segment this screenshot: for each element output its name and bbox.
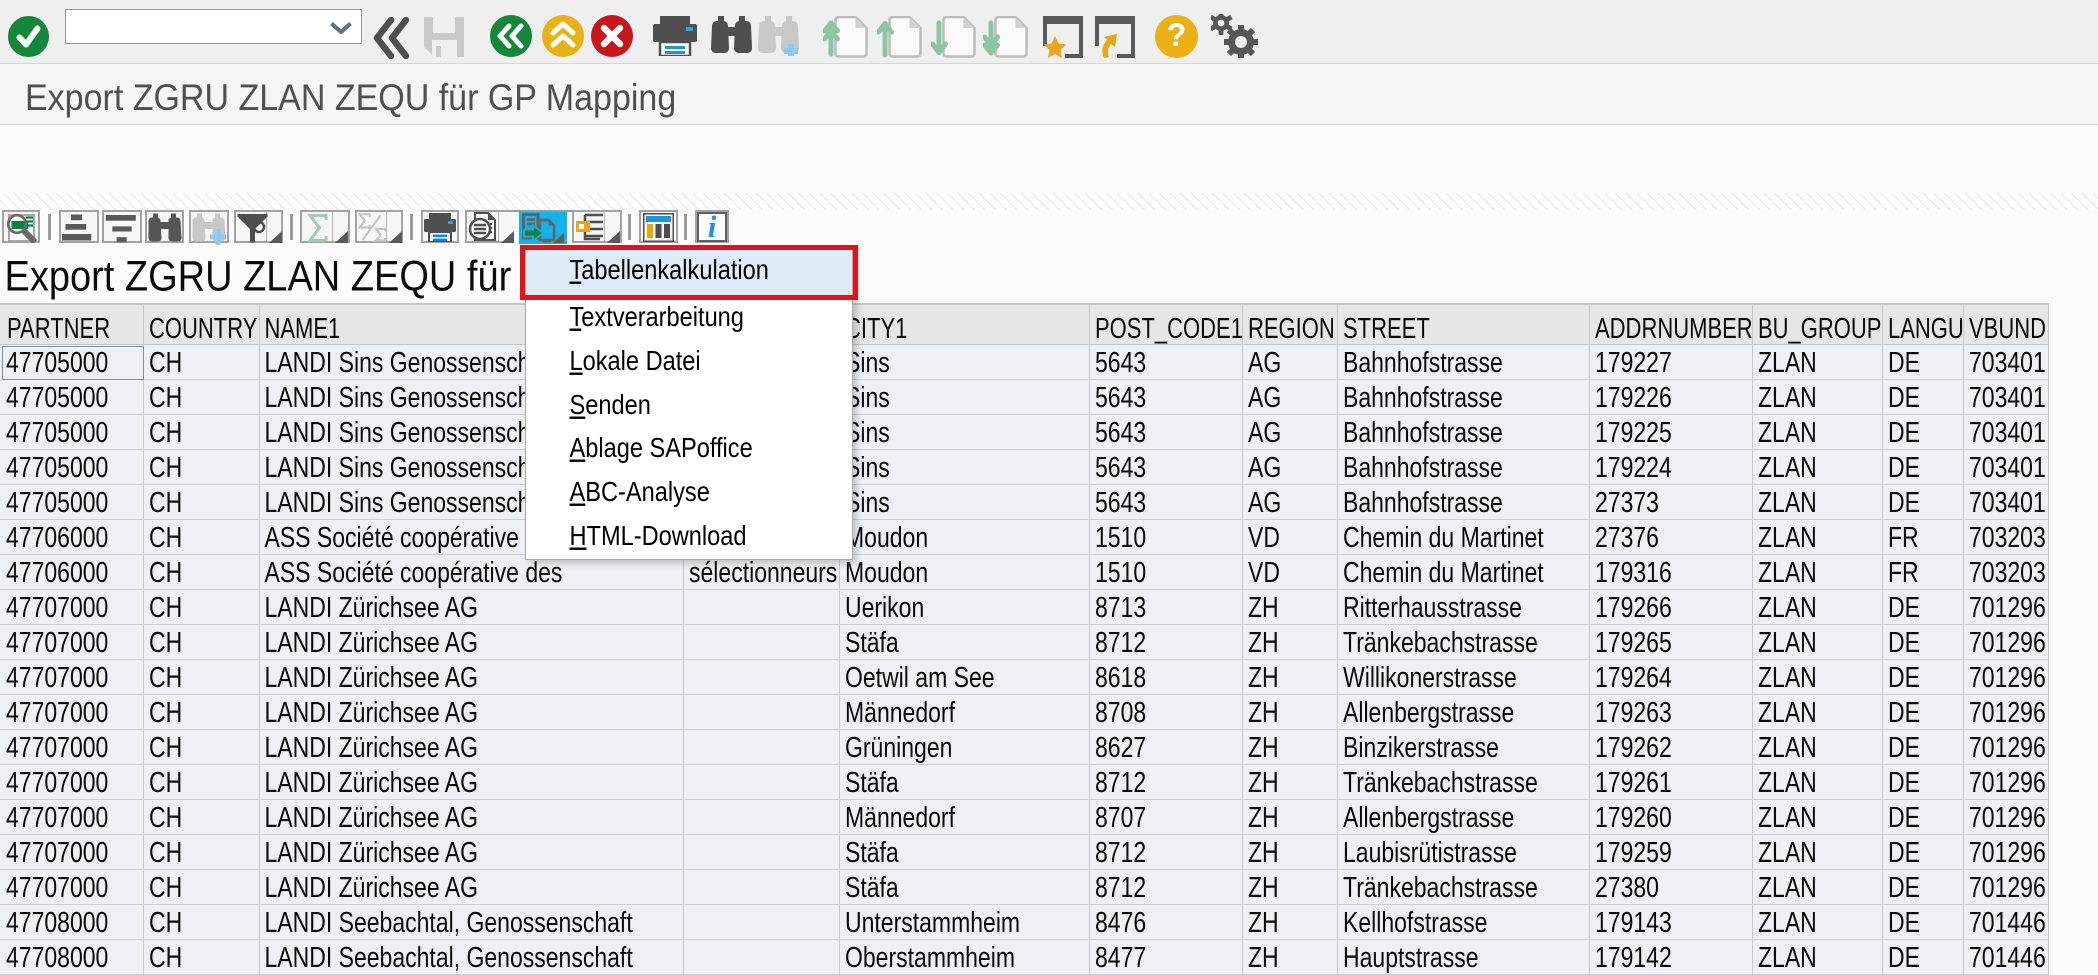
svg-text:?: ? <box>1167 17 1187 53</box>
